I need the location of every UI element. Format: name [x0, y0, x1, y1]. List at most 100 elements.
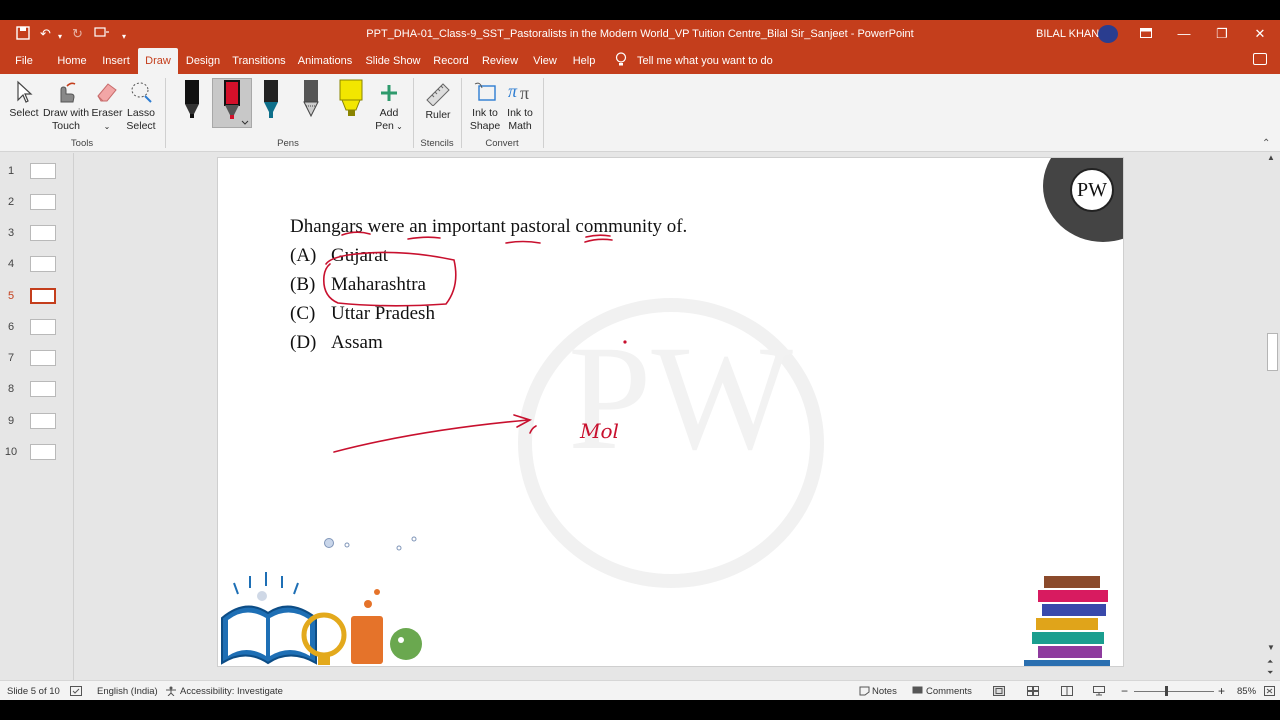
vertical-scrollbar[interactable]: ▲ ▼ ⏶ ⏷: [1265, 153, 1280, 680]
scroll-up-icon[interactable]: ▲: [1267, 153, 1275, 162]
tab-design[interactable]: Design: [184, 48, 222, 74]
previous-slide-icon[interactable]: ⏶: [1267, 657, 1273, 667]
collapse-ribbon-icon[interactable]: ⌃: [1262, 138, 1270, 149]
thumbnail-slide-5[interactable]: 5: [0, 288, 74, 308]
reading-view-icon[interactable]: [1061, 686, 1073, 699]
ink-underline: [341, 231, 371, 236]
highlighter-icon: [339, 79, 363, 116]
thumbnail-preview[interactable]: [30, 256, 56, 272]
zoom-slider[interactable]: [1134, 691, 1214, 692]
thumbnail-preview[interactable]: [30, 163, 56, 179]
decor-dot: [396, 545, 402, 551]
close-icon[interactable]: ✕: [1248, 24, 1272, 44]
slide-sorter-icon[interactable]: [1027, 686, 1039, 699]
thumbnail-number: 7: [7, 352, 15, 364]
ruler-icon: [426, 83, 450, 106]
ink-dot: [623, 340, 627, 344]
draw-with-touch-button[interactable]: Draw with Touch: [42, 80, 90, 133]
avatar[interactable]: [1098, 25, 1118, 43]
thumbnail-slide-6[interactable]: 6: [0, 319, 74, 339]
zoom-slider-thumb[interactable]: [1165, 686, 1168, 696]
powerpoint-window: ↶ ▾ ↻ ▾ PPT_DHA-01_Class-9_SST_Pastorali…: [0, 20, 1280, 700]
decor-dot: [344, 542, 350, 548]
normal-view-icon[interactable]: [993, 686, 1005, 699]
thumbnail-slide-10[interactable]: 10: [0, 444, 74, 464]
thumbnail-slide-1[interactable]: 1: [0, 163, 74, 183]
eraser-button[interactable]: Eraser ⌄: [90, 80, 124, 133]
cursor-icon: [17, 80, 33, 103]
thumbnail-preview[interactable]: [30, 319, 56, 335]
tell-me-search[interactable]: Tell me what you want to do: [637, 48, 773, 74]
tab-transitions[interactable]: Transitions: [232, 48, 286, 74]
draw-ribbon: Select Draw with Touch Eraser ⌄ Lasso Se…: [0, 74, 1280, 152]
tab-draw[interactable]: Draw: [138, 48, 178, 74]
minimize-icon[interactable]: —: [1172, 24, 1196, 44]
pens-group-label: Pens: [277, 138, 299, 149]
language-status[interactable]: English (India): [97, 686, 158, 697]
thumbnail-slide-4[interactable]: 4: [0, 256, 74, 276]
accessibility-status[interactable]: Accessibility: Investigate: [180, 686, 283, 697]
thumbnail-preview[interactable]: [30, 381, 56, 397]
thumbnail-preview[interactable]: [30, 225, 56, 241]
ink-to-shape-button[interactable]: Ink to Shape: [466, 80, 504, 133]
thumbnail-slide-3[interactable]: 3: [0, 225, 74, 245]
touch-draw-icon: [60, 82, 76, 103]
ink-circle-answer: [322, 251, 457, 307]
thumbnail-preview[interactable]: [30, 413, 56, 429]
lasso-select-button[interactable]: Lasso Select: [124, 80, 158, 133]
restore-icon[interactable]: ❐: [1210, 24, 1234, 44]
convert-group-label: Convert: [485, 138, 519, 149]
tab-help[interactable]: Help: [570, 48, 598, 74]
ink-to-math-button[interactable]: ππ Ink to Math: [502, 80, 538, 133]
tab-home[interactable]: Home: [54, 48, 90, 74]
tab-review[interactable]: Review: [480, 48, 520, 74]
scrollbar-thumb[interactable]: [1267, 333, 1278, 371]
comments-status-icon[interactable]: [912, 686, 923, 699]
accessibility-icon[interactable]: [165, 686, 177, 699]
tab-animations[interactable]: Animations: [296, 48, 354, 74]
status-bar: Slide 5 of 10 English (India) Accessibil…: [0, 680, 1280, 700]
ink-to-math-label-2: Math: [508, 120, 532, 132]
pen-black[interactable]: [173, 78, 211, 128]
user-name[interactable]: BILAL KHAN: [1036, 28, 1099, 40]
add-pen-button[interactable]: Add Pen ⌄: [372, 82, 406, 133]
fit-to-window-icon[interactable]: [1264, 686, 1275, 699]
thumbnail-preview-active[interactable]: [30, 288, 56, 304]
next-slide-icon[interactable]: ⏷: [1267, 668, 1273, 678]
thumbnail-slide-9[interactable]: 9: [0, 413, 74, 433]
notes-icon[interactable]: [859, 686, 870, 699]
zoom-level[interactable]: 85%: [1237, 686, 1256, 697]
thumbnail-preview[interactable]: [30, 444, 56, 460]
slideshow-icon[interactable]: [1093, 686, 1105, 699]
tab-slide-show[interactable]: Slide Show: [364, 48, 422, 74]
comments-icon[interactable]: [1253, 53, 1267, 65]
tab-view[interactable]: View: [530, 48, 560, 74]
ink-to-math-label-1: Ink to: [507, 107, 533, 119]
ribbon-display-icon[interactable]: [1134, 24, 1158, 44]
thumbnail-slide-7[interactable]: 7: [0, 350, 74, 370]
pencil-gray[interactable]: [292, 78, 330, 128]
select-tool[interactable]: Select: [6, 80, 42, 120]
thumbnail-preview[interactable]: [30, 350, 56, 366]
spellcheck-icon[interactable]: [70, 686, 82, 699]
thumbnail-number: 6: [7, 321, 15, 333]
notes-button[interactable]: Notes: [872, 686, 897, 697]
ruler-button[interactable]: Ruler: [420, 82, 456, 122]
thumbnail-preview[interactable]: [30, 194, 56, 210]
pen-teal[interactable]: [252, 78, 290, 128]
thumbnail-slide-2[interactable]: 2: [0, 194, 74, 214]
tab-file[interactable]: File: [8, 48, 40, 74]
slide-canvas[interactable]: PW PW Dhangars were an important pastora…: [217, 157, 1124, 667]
thumbnail-slide-8[interactable]: 8: [0, 381, 74, 401]
comments-button[interactable]: Comments: [926, 686, 972, 697]
eraser-dropdown-icon[interactable]: ⌄: [104, 122, 111, 131]
scroll-down-icon[interactable]: ▼: [1267, 643, 1275, 652]
tab-record[interactable]: Record: [432, 48, 470, 74]
lasso-label-1: Lasso: [126, 107, 156, 119]
lasso-icon: [131, 82, 152, 103]
highlighter-yellow[interactable]: [332, 78, 370, 128]
zoom-out-icon[interactable]: −: [1121, 684, 1128, 698]
tab-insert[interactable]: Insert: [100, 48, 132, 74]
zoom-in-icon[interactable]: +: [1218, 684, 1225, 698]
pen-red-selected[interactable]: [212, 78, 252, 128]
